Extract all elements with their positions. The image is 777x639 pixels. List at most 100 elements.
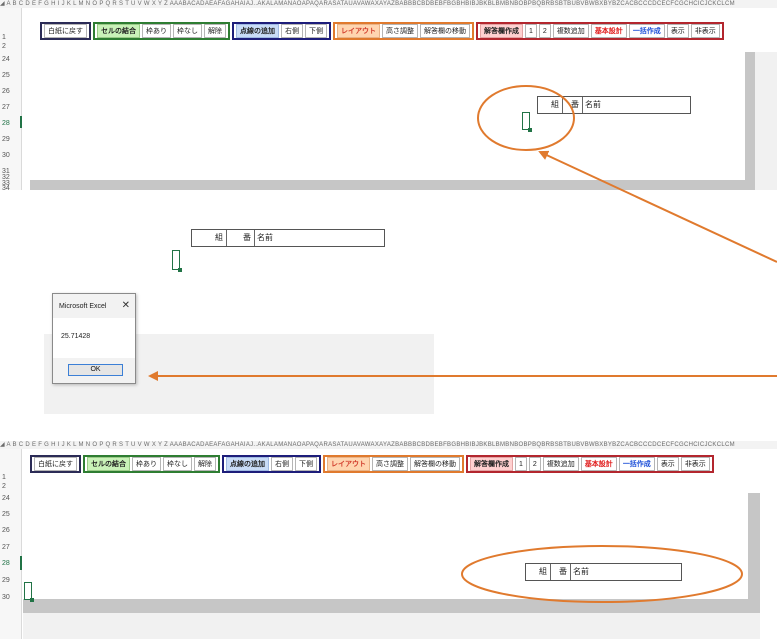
selected-cell[interactable] [172,250,182,272]
row-number: 1 [2,34,6,41]
row-number: 30 [2,594,10,601]
dialog-message: 25.71428 [61,333,91,340]
add-dotted-line-button[interactable]: 点線の追加 [226,457,269,471]
basic-design-button[interactable]: 基本設計 [580,457,617,471]
adjust-height-button[interactable]: 高さ調整 [382,24,418,38]
page-break-right [745,52,755,180]
row-number: 26 [2,88,10,95]
kumi-cell: 組 [192,230,227,246]
column-header: ◢ A B C D E F G H I J K L M N O P Q R S … [0,441,777,449]
right-side-button[interactable]: 右側 [271,457,293,471]
unmerge-button[interactable]: 解除 [194,457,216,471]
add-dotted-line-button[interactable]: 点線の追加 [236,24,279,38]
ribbon-group-answer: 解答欄作成 1 2 複数追加 基本設計 一括作成 表示 非表示 [466,455,714,473]
ribbon-toolbar: 白紙に戻す セルの結合 枠あり 枠なし 解除 点線の追加 右側 下側 レイアウト… [40,22,724,40]
outside-print-area [755,52,777,190]
row-number: 27 [2,544,10,551]
row-number: 25 [2,511,10,518]
outside-print-area [23,613,760,639]
blank-reset-button[interactable]: 白紙に戻す [34,457,77,471]
hide-button[interactable]: 非表示 [680,457,710,471]
row-number: 2 [2,43,6,50]
page-break-bottom [30,180,755,190]
adjust-height-button[interactable]: 高さ調整 [372,457,408,471]
answer-1-button[interactable]: 1 [525,24,537,38]
row-number: 30 [2,152,10,159]
kumi-cell: 組 [526,564,551,580]
ribbon-group-dotted: 点線の追加 右側 下側 [222,455,321,473]
row-number: 29 [2,136,10,143]
row-number: 25 [2,72,10,79]
ribbon-group-answer: 解答欄作成 1 2 複数追加 基本設計 一括作成 表示 非表示 [476,22,724,40]
merge-cells-button[interactable]: セルの結合 [97,24,140,38]
ribbon-group-dotted: 点線の追加 右側 下側 [232,22,331,40]
bottom-side-button[interactable]: 下側 [305,24,327,38]
ribbon-group-layout: レイアウト 高さ調整 解答欄の移動 [323,455,464,473]
ribbon-group-reset: 白紙に戻す [30,455,81,473]
row-number: 2 [2,483,6,490]
excel-panel-top: ◢ A B C D E F G H I J K L M N O P Q R S … [0,0,777,190]
with-border-button[interactable]: 枠あり [142,24,171,38]
answer-2-button[interactable]: 2 [528,457,541,471]
close-icon[interactable]: ✕ [122,300,130,311]
row-number: 24 [2,495,10,502]
class-number-name-box: 組 番 名前 [525,563,682,581]
excel-panel-bottom: ◢ A B C D E F G H I J K L M N O P Q R S … [0,441,777,639]
basic-design-button[interactable]: 基本設計 [590,24,627,38]
with-border-button[interactable]: 枠あり [132,457,161,471]
selected-cell[interactable] [522,112,532,132]
row-number: 29 [2,577,10,584]
show-button[interactable]: 表示 [656,457,679,471]
active-row-marker [20,556,22,570]
multiple-add-button[interactable]: 複数追加 [552,24,589,38]
move-answer-box-button[interactable]: 解答欄の移動 [420,24,470,38]
active-row-marker [20,116,22,128]
move-answer-box-button[interactable]: 解答欄の移動 [410,457,460,471]
ban-cell: 番 [563,97,583,113]
create-answer-box-button[interactable]: 解答欄作成 [470,457,513,471]
selected-cell[interactable] [24,582,34,602]
row-number: 26 [2,527,10,534]
bulk-create-button[interactable]: 一括作成 [628,24,665,38]
bottom-side-button[interactable]: 下側 [295,457,317,471]
answer-1-button[interactable]: 1 [515,457,527,471]
ribbon-toolbar: 白紙に戻す セルの結合 枠あり 枠なし 解除 点線の追加 右側 下側 レイアウト… [30,455,714,473]
message-box: Microsoft Excel ✕ 25.71428 OK [52,293,136,384]
ban-cell: 番 [227,230,255,246]
merge-cells-button[interactable]: セルの結合 [87,457,130,471]
blank-reset-button[interactable]: 白紙に戻す [44,24,87,38]
class-number-name-box: 組 番 名前 [191,229,385,247]
layout-button[interactable]: レイアウト [337,24,380,38]
hide-button[interactable]: 非表示 [690,24,720,38]
answer-2-button[interactable]: 2 [538,24,551,38]
row-number: 27 [2,104,10,111]
row-header: 1 2 24 25 26 27 28 29 30 [0,449,22,639]
ok-button[interactable]: OK [68,364,123,376]
layout-button[interactable]: レイアウト [327,457,370,471]
namae-cell: 名前 [573,567,589,576]
row-number: 24 [2,56,10,63]
namae-cell: 名前 [585,100,601,109]
show-button[interactable]: 表示 [666,24,689,38]
class-number-name-box: 組 番 名前 [537,96,691,114]
kumi-cell: 組 [538,97,563,113]
no-border-button[interactable]: 枠なし [173,24,202,38]
bulk-create-button[interactable]: 一括作成 [618,457,655,471]
multiple-add-button[interactable]: 複数追加 [542,457,579,471]
dialog-title: Microsoft Excel [59,303,107,310]
ribbon-group-reset: 白紙に戻す [40,22,91,40]
no-border-button[interactable]: 枠なし [163,457,192,471]
namae-cell: 名前 [257,233,273,242]
unmerge-button[interactable]: 解除 [204,24,226,38]
row-number: 1 [2,474,6,481]
dialog-body: 25.71428 [53,318,135,358]
row-header: 1 2 24 25 26 27 28 29 30 31 32 33 34 [0,8,22,190]
ribbon-group-merge: セルの結合 枠あり 枠なし 解除 [93,22,230,40]
create-answer-box-button[interactable]: 解答欄作成 [480,24,523,38]
right-side-button[interactable]: 右側 [281,24,303,38]
row-number-active: 28 [2,560,10,567]
row-number-active: 28 [2,120,10,127]
page-break-bottom [23,599,760,613]
ban-cell: 番 [551,564,571,580]
ribbon-group-merge: セルの結合 枠あり 枠なし 解除 [83,455,220,473]
